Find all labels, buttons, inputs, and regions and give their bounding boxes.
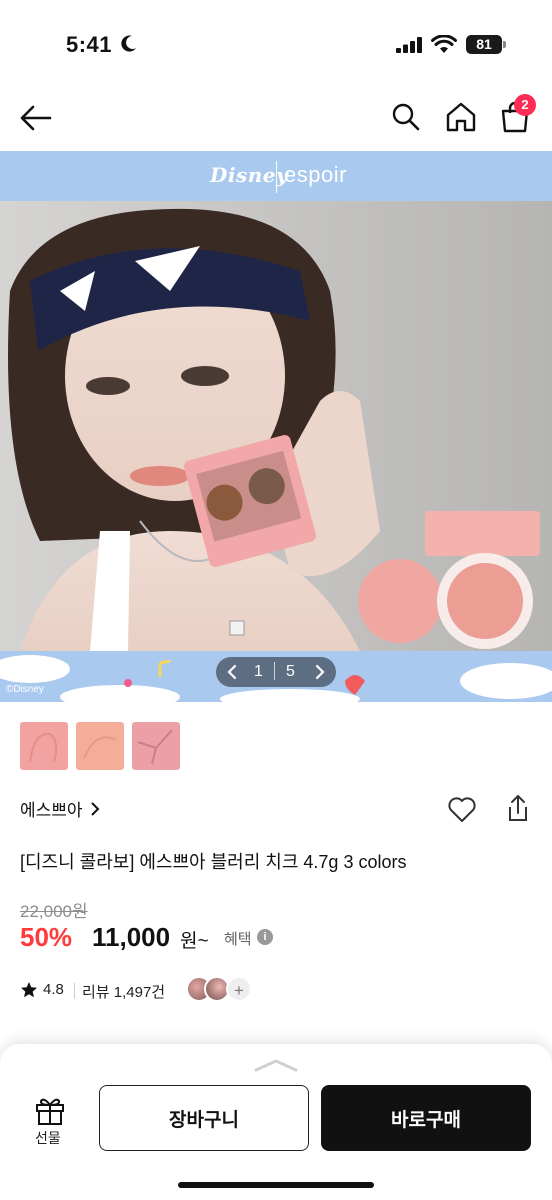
product-image-carousel[interactable]: Disney espoir ©Disney 1 5 xyxy=(0,151,552,702)
rating-score: 4.8 xyxy=(43,981,64,998)
color-thumbnail[interactable] xyxy=(76,722,124,770)
color-thumbnail[interactable] xyxy=(20,722,68,770)
brand-name: 에스쁘아 xyxy=(20,801,83,820)
gift-label[interactable]: 선물 xyxy=(35,1128,61,1148)
cart-count-badge: 2 xyxy=(514,94,536,116)
product-title: [디즈니 콜라보] 에스쁘아 블러리 치크 4.7g 3 colors xyxy=(20,852,407,872)
espoir-logo: espoir xyxy=(284,162,347,187)
status-time: 5:41 xyxy=(66,32,113,57)
chevron-right-icon xyxy=(90,802,99,816)
star-icon xyxy=(21,982,37,998)
pager-total: 5 xyxy=(286,663,295,680)
chevron-left-icon[interactable] xyxy=(222,661,244,683)
benefit-label[interactable]: 혜택 xyxy=(224,928,252,949)
brand-link[interactable]: 에스쁘아 xyxy=(20,796,101,821)
color-thumbnail[interactable] xyxy=(132,722,180,770)
price-suffix: 원~ xyxy=(180,931,209,952)
image-pager: 1 5 xyxy=(216,657,336,687)
moon-icon xyxy=(121,35,136,52)
sale-price: 11,000 xyxy=(92,922,171,952)
original-price: 22,000원 xyxy=(20,902,88,921)
home-indicator xyxy=(178,1182,374,1188)
gift-icon[interactable] xyxy=(34,1094,66,1126)
purchase-bottom-bar: 선물 장바구니 바로구매 xyxy=(0,1044,552,1200)
model-photo xyxy=(0,201,552,651)
cellular-signal-icon xyxy=(396,37,422,53)
heart-icon[interactable] xyxy=(447,796,477,824)
chevron-up-icon[interactable] xyxy=(254,1058,298,1072)
battery-indicator: 81 xyxy=(466,35,502,54)
pager-current: 1 xyxy=(254,663,263,680)
copyright-text: ©Disney xyxy=(6,684,44,695)
color-thumbnails xyxy=(20,722,180,772)
review-count: 리뷰 1,497건 xyxy=(82,984,166,1001)
more-avatars-icon: + xyxy=(226,976,252,1002)
rating-divider xyxy=(74,983,75,999)
pager-separator xyxy=(274,662,275,680)
buy-now-button[interactable]: 바로구매 xyxy=(321,1085,531,1151)
share-icon[interactable] xyxy=(505,793,531,823)
wifi-icon xyxy=(431,35,457,53)
reviewer-avatars[interactable]: + xyxy=(186,976,256,1004)
back-arrow-icon[interactable] xyxy=(18,100,54,136)
battery-tip xyxy=(503,41,506,48)
brand-divider xyxy=(276,161,277,193)
add-to-cart-button[interactable]: 장바구니 xyxy=(99,1085,309,1151)
status-bar: 5:41 81 xyxy=(0,0,552,90)
home-icon[interactable] xyxy=(444,100,478,134)
top-navigation: 2 xyxy=(0,92,552,148)
discount-rate: 50% xyxy=(20,922,73,952)
info-icon[interactable]: i xyxy=(257,929,273,945)
chevron-right-icon[interactable] xyxy=(308,661,330,683)
search-icon[interactable] xyxy=(390,101,422,133)
brand-banner: Disney espoir xyxy=(0,151,552,201)
